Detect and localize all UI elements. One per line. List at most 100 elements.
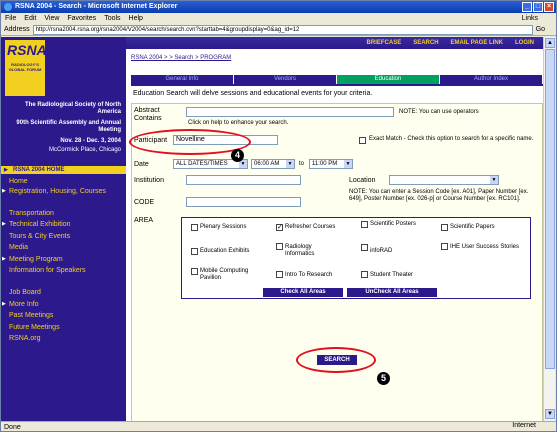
to-label: to xyxy=(299,161,305,167)
scroll-up-icon[interactable]: ▲ xyxy=(545,38,555,48)
area-edu-exhibits-checkbox[interactable] xyxy=(191,248,198,255)
date-label: Date xyxy=(134,161,149,168)
time-to-value: 11:00 PM xyxy=(312,161,338,167)
title-bar: RSNA 2004 - Search - Microsoft Internet … xyxy=(1,1,556,13)
status-zone: Internet xyxy=(512,422,536,429)
chevron-down-icon: ▼ xyxy=(286,160,294,168)
tab-underline xyxy=(131,84,543,86)
area-intro-research-checkbox[interactable] xyxy=(276,271,283,278)
scroll-down-icon[interactable]: ▼ xyxy=(545,409,555,419)
scroll-thumb[interactable] xyxy=(545,49,555,369)
tab-author-index[interactable]: Author Index xyxy=(440,75,543,84)
status-text: Done xyxy=(4,423,21,431)
area-inforad-checkbox[interactable] xyxy=(361,244,368,251)
assembly-name: 90th Scientific Assembly and Annual Meet… xyxy=(16,120,121,133)
menu-favorites[interactable]: Favorites xyxy=(67,13,96,24)
tab-education[interactable]: Education xyxy=(337,75,440,84)
minimize-button[interactable]: _ xyxy=(522,2,532,12)
area-inforad-label: infoRAD xyxy=(370,248,393,254)
area-posters-label: Scientific Posters xyxy=(370,221,417,227)
uncheck-all-areas-button[interactable]: UnCheck All Areas xyxy=(347,288,437,297)
area-plenary-checkbox[interactable] xyxy=(191,224,198,231)
menu-help[interactable]: Help xyxy=(129,13,143,24)
window-controls: _ □ × xyxy=(522,2,554,12)
area-student-theater-checkbox[interactable] xyxy=(361,271,368,278)
callout-4: 4 xyxy=(231,149,244,162)
browser-window: RSNA 2004 - Search - Microsoft Internet … xyxy=(0,0,557,432)
status-bar: Done xyxy=(1,421,556,432)
area-ihe-label: IHE User Success Stories xyxy=(450,244,520,250)
nav-transportation[interactable]: Transportation xyxy=(1,209,126,218)
menu-file[interactable]: File xyxy=(5,13,16,24)
area-mobile-checkbox[interactable] xyxy=(191,268,198,275)
nav-past-meetings[interactable]: Past Meetings xyxy=(1,311,126,320)
tab-general-info[interactable]: General Info xyxy=(131,75,234,84)
abstract-input[interactable] xyxy=(186,107,394,117)
area-intro-research-label: Intro To Research xyxy=(285,272,333,278)
rsna-logo: RSNA'04 RADIOLOGY'S GLOBAL FORUM xyxy=(5,40,66,96)
nav-meeting-program[interactable]: Meeting Program xyxy=(1,255,126,264)
area-ihe-checkbox[interactable] xyxy=(441,243,448,250)
search-highlight-oval xyxy=(296,347,376,373)
top-toolbar: BRIEFCASE SEARCH EMAIL PAGE LINK LOGIN xyxy=(126,37,544,49)
vertical-scrollbar[interactable]: ▲ ▼ xyxy=(543,37,555,421)
nav-media[interactable]: Media xyxy=(1,243,126,252)
area-papers-label: Scientific Papers xyxy=(450,224,495,230)
logo-title: RSNA'04 xyxy=(7,42,66,58)
nav-more-info[interactable]: More Info xyxy=(1,300,126,309)
location-select[interactable]: ▼ xyxy=(389,175,499,185)
area-plenary-label: Plenary Sessions xyxy=(200,224,247,230)
email-page-link[interactable]: EMAIL PAGE LINK xyxy=(451,37,503,49)
time-from-value: 06:00 AM xyxy=(254,161,280,167)
nav-speakers[interactable]: Information for Speakers xyxy=(1,266,101,275)
address-label: Address xyxy=(4,26,30,33)
area-student-theater-label: Student Theater xyxy=(370,272,413,278)
menu-view[interactable]: View xyxy=(44,13,59,24)
area-mobile-label: Mobile Computing Pavilion xyxy=(200,268,249,281)
abstract-note: NOTE: You can use operators xyxy=(399,109,479,115)
breadcrumb[interactable]: RSNA 2004 > > Search > PROGRAM xyxy=(131,55,231,61)
nav-home[interactable]: Home xyxy=(1,177,126,186)
tab-bar: General Info Vendors Education Author In… xyxy=(131,75,543,84)
search-link[interactable]: SEARCH xyxy=(413,37,438,49)
chevron-down-icon: ▼ xyxy=(344,160,352,168)
menu-bar: File Edit View Favorites Tools Help xyxy=(1,13,556,24)
nav-registration[interactable]: Registration, Housing, Courses xyxy=(1,187,126,196)
time-from-select[interactable]: 06:00 AM ▼ xyxy=(251,159,295,169)
briefcase-link[interactable]: BRIEFCASE xyxy=(367,37,402,49)
code-note: NOTE: You can enter a Session Code [ex. … xyxy=(349,189,529,202)
exact-match-checkbox[interactable] xyxy=(359,137,366,144)
area-refresher-label: Refresher Courses xyxy=(285,224,336,230)
links-button[interactable]: Links xyxy=(522,13,538,24)
address-input[interactable]: http://rsna2004.rsna.org/rsna2004/V2004/… xyxy=(32,24,533,35)
tab-vendors[interactable]: Vendors xyxy=(234,75,337,84)
nav-technical-exhibition[interactable]: Technical Exhibition xyxy=(1,220,126,229)
institution-label: Institution xyxy=(134,177,164,184)
check-all-areas-button[interactable]: Check All Areas xyxy=(263,288,343,297)
area-papers-checkbox[interactable] xyxy=(441,224,448,231)
nav-rsna-org[interactable]: RSNA.org xyxy=(1,334,126,343)
login-link[interactable]: LOGIN xyxy=(515,37,534,49)
institution-input[interactable] xyxy=(186,175,301,185)
nav-tours[interactable]: Tours & City Events xyxy=(1,232,126,241)
time-to-select[interactable]: 11:00 PM ▼ xyxy=(309,159,353,169)
maximize-button[interactable]: □ xyxy=(533,2,543,12)
area-informatics-checkbox[interactable] xyxy=(276,243,283,250)
chevron-down-icon: ▼ xyxy=(490,176,498,184)
nav-future-meetings[interactable]: Future Meetings xyxy=(1,323,126,332)
area-posters-checkbox[interactable] xyxy=(361,221,368,228)
meeting-dates: Nov. 28 - Dec. 3, 2004 xyxy=(60,138,121,144)
exact-match-label: Exact Match - Check this option to searc… xyxy=(369,136,534,142)
close-button[interactable]: × xyxy=(544,2,554,12)
area-refresher-checkbox[interactable]: ✓ xyxy=(276,224,283,231)
menu-tools[interactable]: Tools xyxy=(104,13,120,24)
menu-edit[interactable]: Edit xyxy=(24,13,36,24)
help-hint: Click on help to enhance your search. xyxy=(188,120,289,126)
go-button[interactable]: Go xyxy=(536,26,545,33)
nav-job-board[interactable]: Job Board xyxy=(1,288,126,297)
code-input[interactable] xyxy=(186,197,301,207)
location-label: Location xyxy=(349,177,376,184)
address-bar: Address http://rsna2004.rsna.org/rsna200… xyxy=(1,24,556,36)
nav-home-header[interactable]: RSNA 2004 HOME xyxy=(1,166,126,174)
intro-text: Education Search will delve sessions and… xyxy=(133,90,373,97)
